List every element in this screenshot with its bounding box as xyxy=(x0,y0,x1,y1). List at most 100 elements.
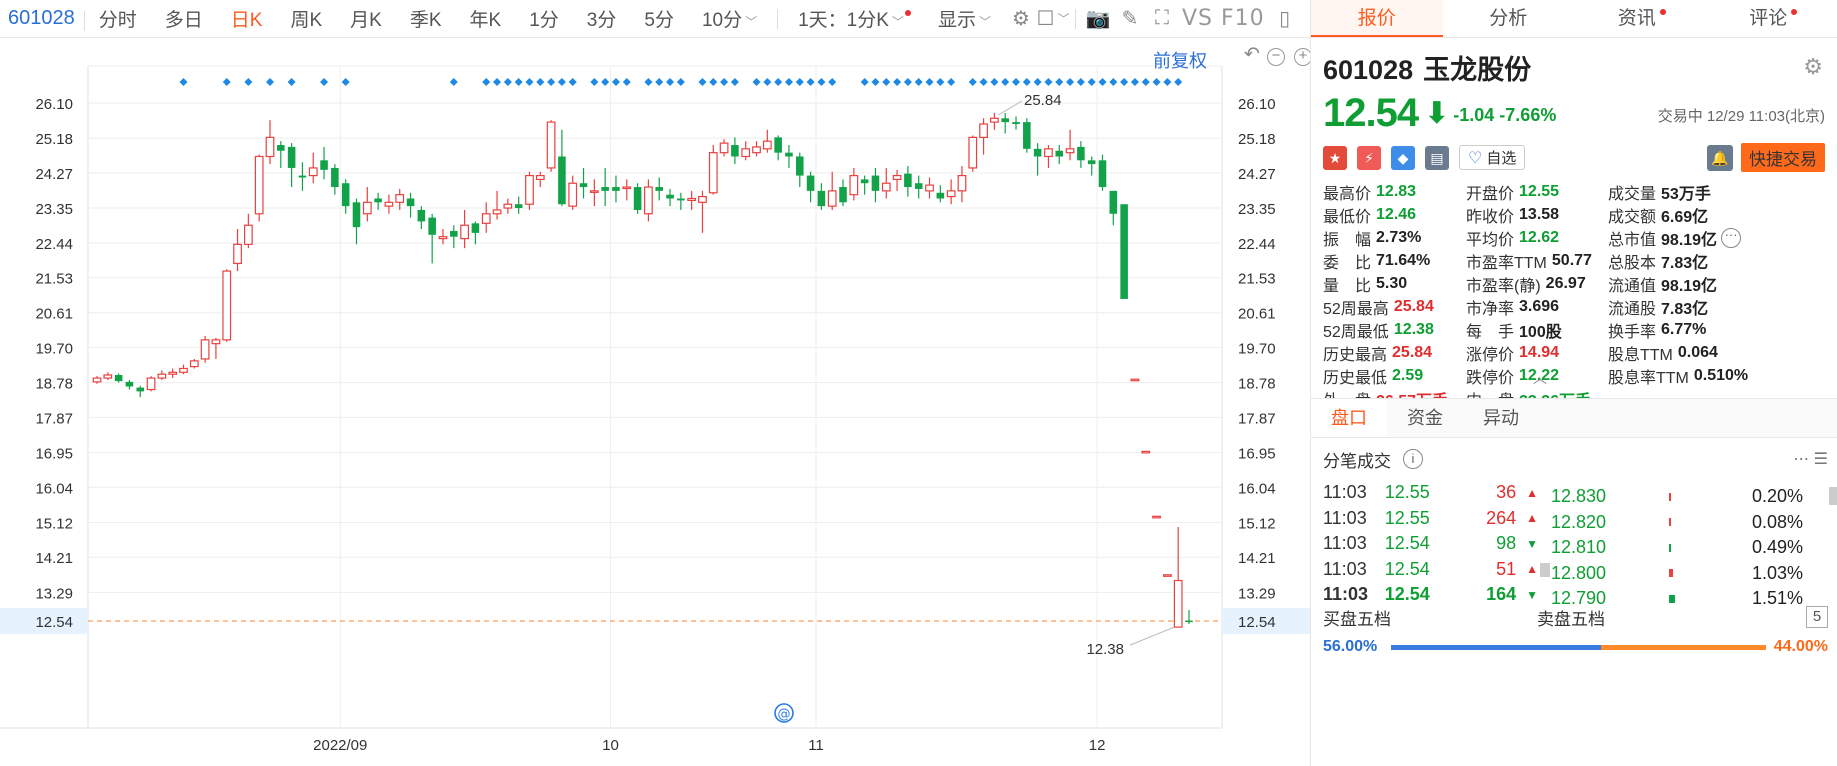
kline-chart[interactable]: 26.10 26.10 25.18 25.18 24.27 24.27 23.35 23.35… xyxy=(0,38,1312,766)
triangle-down-icon: ▼ xyxy=(1526,536,1538,551)
tick-scrollbar[interactable] xyxy=(1540,563,1550,577)
event-marker xyxy=(1055,78,1064,86)
bell-icon[interactable]: 🔔 xyxy=(1707,144,1733,171)
tab-minute[interactable]: 分时 xyxy=(85,5,151,32)
add-watchlist-button[interactable]: ♡ 自选 xyxy=(1459,145,1526,170)
event-marker xyxy=(1141,78,1150,86)
candle-body xyxy=(925,184,934,192)
event-marker xyxy=(622,78,631,86)
gear-icon[interactable]: ⚙ xyxy=(1005,6,1037,31)
five-level-toggle[interactable]: 5 xyxy=(1806,606,1828,628)
candle-body xyxy=(936,192,945,199)
margin-trading-icon[interactable]: ⚡ xyxy=(1357,145,1381,170)
zoom-out-icon[interactable]: − xyxy=(1267,48,1285,66)
quote-label: 市净率 xyxy=(1466,300,1515,318)
y-tick-label: 16.04 xyxy=(35,480,73,497)
quote-label: 量 比 xyxy=(1323,277,1372,295)
tab-capital[interactable]: 资金 xyxy=(1387,399,1463,437)
tab-5min[interactable]: 5分 xyxy=(630,5,688,32)
quote-cell: 每 手 100股 xyxy=(1466,318,1608,342)
adjust-mode-button[interactable]: 前复权 xyxy=(1153,47,1207,73)
event-marker xyxy=(557,78,566,86)
candle-body xyxy=(125,381,134,387)
candle-body xyxy=(644,186,653,215)
tab-1min[interactable]: 1分 xyxy=(515,5,573,32)
toolbar-stock-code[interactable]: 601028 xyxy=(0,7,85,31)
candle-body xyxy=(243,224,253,245)
gear-icon[interactable]: ⚙ xyxy=(1803,54,1823,80)
candle-body xyxy=(601,187,609,191)
candle-body xyxy=(1109,190,1118,214)
pencil-icon[interactable]: ✎ xyxy=(1114,6,1146,31)
tab-daily-k[interactable]: 日K xyxy=(217,5,277,32)
vs-f10-button[interactable]: VS F10 xyxy=(1178,6,1269,31)
change-percent: -7.66% xyxy=(1499,105,1557,125)
bookmark-icon[interactable]: ▤ xyxy=(1425,145,1449,170)
candle-body xyxy=(450,230,458,237)
china-flag-icon[interactable]: ★ xyxy=(1323,145,1347,170)
quote-value: 7.83亿 xyxy=(1661,300,1709,318)
quote-value: 100股 xyxy=(1519,323,1562,341)
candle-body xyxy=(677,198,685,201)
camera-icon[interactable]: 📷 xyxy=(1082,6,1114,31)
tab-comments[interactable]: 评论 xyxy=(1706,0,1837,37)
x-tick-label: 10 xyxy=(602,737,619,754)
y-tick-label: 18.78 xyxy=(35,376,73,393)
event-marker xyxy=(720,78,729,86)
event-marker xyxy=(817,78,826,86)
candle-body xyxy=(492,209,502,215)
event-marker xyxy=(503,78,512,86)
collapse-caret-icon[interactable]: ︿ xyxy=(1533,368,1547,388)
info-icon[interactable]: i xyxy=(1403,449,1423,469)
tab-monthly-k[interactable]: 月K xyxy=(336,5,396,32)
quote-cell: 成交额 6.69亿 xyxy=(1608,203,1828,227)
tab-news[interactable]: 资讯 xyxy=(1574,0,1706,37)
display-select[interactable]: 显示 ﹀ xyxy=(924,5,1005,32)
tab-yearly-k[interactable]: 年K xyxy=(456,5,516,32)
depth-scrollbar[interactable] xyxy=(1829,487,1837,505)
event-marker xyxy=(1066,78,1075,86)
candle-body xyxy=(633,187,642,210)
undo-icon[interactable]: ↶ xyxy=(1243,45,1261,66)
depth-row: 12.810 0.49% xyxy=(1551,535,1821,561)
tab-news-label: 资讯 xyxy=(1617,8,1656,29)
y-tick-label: 16.04 xyxy=(1238,480,1276,497)
quote-label: 总股本 xyxy=(1608,254,1657,272)
sidebar-toggle-icon[interactable]: ▯ xyxy=(1269,6,1301,31)
at-sign-icon-glyph: @ xyxy=(778,707,791,722)
tag-icon[interactable]: ◆ xyxy=(1391,145,1415,170)
y-tick-label: 26.10 xyxy=(1238,96,1276,113)
quick-trade-button[interactable]: 快捷交易 xyxy=(1741,143,1825,172)
ratio-bar xyxy=(1391,644,1766,650)
candle-body xyxy=(655,187,664,191)
range-label: 1天：1分K xyxy=(798,10,889,31)
period-toolbar: 601028 分时 多日 日K 周K 月K 季K 年K 1分 3分 5分 10分… xyxy=(0,0,1310,38)
y-tick-label: 12.54 xyxy=(1238,614,1276,631)
quote-value: 12.46 xyxy=(1376,205,1417,223)
tab-3min[interactable]: 3分 xyxy=(573,5,631,32)
more-icon[interactable]: ··· xyxy=(1721,227,1742,248)
quote-label: 换手率 xyxy=(1608,323,1657,341)
tab-10min[interactable]: 10分 ﹀ xyxy=(688,5,771,32)
event-marker xyxy=(914,78,923,86)
event-marker xyxy=(601,78,610,86)
tab-analysis[interactable]: 分析 xyxy=(1443,0,1575,37)
tab-weekly-k[interactable]: 周K xyxy=(276,5,336,32)
quote-row: 最低价 12.46 昨收价 13.58 成交额 6.69亿 xyxy=(1323,203,1828,226)
tab-multi-day[interactable]: 多日 xyxy=(151,5,217,32)
tab-order-book[interactable]: 盘口 xyxy=(1311,399,1387,437)
tab-quote[interactable]: 报价 xyxy=(1311,0,1443,37)
tab-unusual[interactable]: 异动 xyxy=(1463,399,1539,437)
candle-body xyxy=(103,374,113,379)
tick-time: 11:03 xyxy=(1323,482,1367,503)
y-tick-label: 16.95 xyxy=(35,446,73,463)
fullscreen-icon[interactable]: ⛶ xyxy=(1146,7,1178,30)
tab-quarterly-k[interactable]: 季K xyxy=(396,5,456,32)
range-select[interactable]: 1天：1分K ﹀ xyxy=(784,5,924,32)
square-icon[interactable]: ☐ ﹀ xyxy=(1037,6,1070,31)
tab-comments-label: 评论 xyxy=(1749,8,1788,29)
stock-title: 601028 玉龙股份 xyxy=(1323,48,1825,87)
quote-label: 平均价 xyxy=(1466,231,1515,249)
more-options-icon[interactable]: ⋯ ☰ xyxy=(1793,449,1828,469)
candle-body xyxy=(957,174,967,192)
